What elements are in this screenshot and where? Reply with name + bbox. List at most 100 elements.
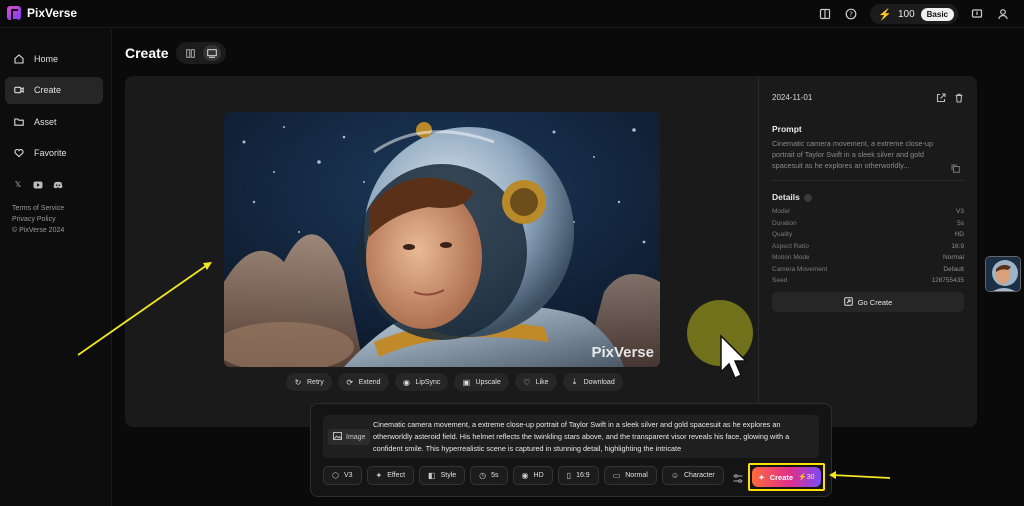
folder-icon: [14, 117, 24, 127]
option-label: 16:9: [576, 472, 590, 479]
details-heading[interactable]: Details: [772, 192, 812, 202]
legal-links: Terms of Service Privacy Policy © PixVer…: [12, 203, 64, 236]
prompt-text: Cinematic camera movement, a extreme clo…: [772, 139, 933, 170]
create-cost-value: 30: [806, 474, 815, 481]
style-selector[interactable]: ◧ Style: [419, 466, 466, 485]
lipsync-label: LipSync: [415, 378, 441, 386]
youtube-icon[interactable]: [33, 180, 43, 189]
credits-count: 100: [897, 8, 915, 20]
detail-value: Default: [943, 265, 964, 273]
terms-link[interactable]: Terms of Service: [12, 203, 64, 214]
top-bar: PixVerse ? ⚡ 100 Basic: [0, 0, 1024, 28]
go-create-button[interactable]: Go Create: [772, 292, 964, 312]
model-selector[interactable]: ⬡ V3: [323, 466, 362, 485]
social-links: 𝕏: [13, 180, 63, 189]
duration-selector[interactable]: ◷ 5s: [470, 466, 508, 485]
quality-selector[interactable]: ◉ HD: [512, 466, 553, 485]
retry-icon: ↻: [294, 377, 302, 387]
image-upload-button[interactable]: Image: [328, 429, 371, 445]
create-cost: ⚡30: [798, 474, 815, 481]
go-create-label: Go Create: [857, 297, 893, 307]
aspect-icon: ▯: [566, 471, 572, 480]
sidebar-item-create[interactable]: Create: [5, 76, 103, 104]
copy-icon[interactable]: [951, 160, 960, 178]
history-thumbnail[interactable]: [985, 256, 1021, 292]
pixverse-watermark: PixVerse: [591, 344, 654, 361]
generated-video-preview[interactable]: PixVerse: [224, 112, 660, 367]
book-icon[interactable]: [818, 7, 832, 21]
camera-icon: ▭: [612, 471, 621, 480]
sparkle-icon: ✦: [375, 471, 383, 480]
detail-value: V3: [956, 208, 964, 215]
share-icon[interactable]: [936, 90, 946, 108]
x-twitter-icon[interactable]: 𝕏: [13, 180, 23, 189]
option-label: Style: [440, 472, 457, 479]
details-label: Details: [772, 192, 800, 202]
motion-mode-selector[interactable]: ▭ Normal: [603, 466, 657, 485]
upscale-label: Upscale: [475, 378, 501, 386]
trash-icon[interactable]: [954, 90, 964, 108]
gift-icon[interactable]: [970, 7, 984, 21]
user-icon[interactable]: [996, 7, 1010, 21]
detail-row-duration: Duration 5s: [772, 220, 964, 227]
detail-value: Normal: [943, 254, 964, 261]
upscale-button[interactable]: ▣ Upscale: [454, 373, 509, 391]
help-icon[interactable]: ?: [844, 7, 858, 21]
cube-icon: ⬡: [332, 471, 339, 480]
like-label: Like: [535, 378, 549, 386]
privacy-link[interactable]: Privacy Policy: [12, 214, 64, 225]
bolt-icon: ⚡: [878, 8, 892, 21]
thumbnail-image: [986, 257, 1020, 291]
retry-button[interactable]: ↻ Retry: [286, 373, 332, 391]
astronaut-image: [224, 112, 660, 367]
page-title: Create: [125, 45, 169, 61]
credits-pill[interactable]: ⚡ 100 Basic: [870, 4, 958, 24]
sidebar-item-label: Asset: [34, 116, 57, 127]
create-button[interactable]: ✦ Create ⚡30: [752, 467, 821, 487]
detail-value: 128755435: [931, 277, 964, 284]
extend-button[interactable]: ⟳ Extend: [337, 373, 389, 391]
pixverse-logo-icon: [7, 6, 21, 21]
clock-icon: ◷: [479, 471, 487, 480]
settings-sliders-icon[interactable]: [733, 470, 743, 488]
sidebar-item-asset[interactable]: Asset: [5, 108, 103, 135]
detail-value: 5s: [957, 219, 964, 227]
sidebar-item-label: Home: [34, 53, 59, 64]
detail-value: HD: [954, 231, 964, 238]
single-view-icon[interactable]: [202, 45, 221, 61]
download-button[interactable]: ⤓ Download: [562, 373, 623, 391]
aspect-ratio-selector[interactable]: ▯ 16:9: [557, 466, 599, 485]
view-toggle: [176, 42, 226, 64]
plan-badge: Basic: [920, 7, 954, 21]
detail-label: Quality: [772, 231, 793, 238]
option-label: Character: [683, 472, 715, 479]
character-selector[interactable]: ☺ Character: [661, 466, 724, 485]
lipsync-button[interactable]: ◉ LipSync: [394, 373, 449, 391]
lipsync-icon: ◉: [403, 377, 411, 387]
detail-row-aspect-ratio: Aspect Ratio 16:9: [772, 243, 964, 250]
option-label: V3: [343, 472, 353, 479]
detail-label: Camera Movement: [772, 265, 828, 273]
sidebar-item-favorite[interactable]: Favorite: [5, 140, 103, 167]
detail-label: Motion Mode: [772, 254, 810, 261]
option-label: Normal: [625, 472, 648, 479]
prompt-input-box[interactable]: Image Cinematic camera movement, a extre…: [323, 415, 819, 458]
sidebar-item-label: Create: [34, 85, 62, 95]
download-label: Download: [583, 378, 615, 386]
sidebar-item-home[interactable]: Home: [5, 45, 103, 72]
face-icon: ☺: [670, 471, 679, 480]
option-label: 5s: [491, 472, 499, 479]
grid-view-icon[interactable]: [182, 45, 200, 61]
eye-icon: ◉: [521, 471, 529, 480]
sidebar-nav: Home Create Asset Favorite: [5, 45, 103, 171]
prompt-textarea[interactable]: Cinematic camera movement, a extreme clo…: [373, 419, 813, 455]
detail-label: Duration: [772, 219, 797, 227]
detail-row-seed: Seed 128755435: [772, 277, 964, 284]
like-button[interactable]: ♡ Like: [514, 373, 557, 391]
discord-icon[interactable]: [53, 180, 63, 189]
effect-selector[interactable]: ✦ Effect: [366, 466, 415, 485]
video-icon: [14, 85, 24, 95]
detail-label: Seed: [772, 277, 788, 284]
card-divider: [758, 76, 759, 427]
app-logo[interactable]: PixVerse: [7, 6, 77, 21]
